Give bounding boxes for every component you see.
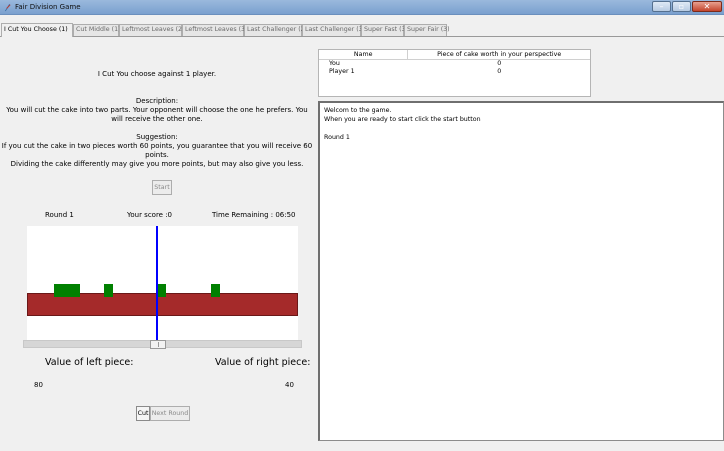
minimize-icon: – xyxy=(659,1,664,11)
app-feather-icon xyxy=(4,3,11,12)
player-worth: 0 xyxy=(497,60,502,67)
round-label: Round 1 xyxy=(45,211,74,219)
tab-bar: I Cut You Choose (1) Cut Middle (1) Left… xyxy=(0,15,724,37)
player-name: Player 1 xyxy=(329,68,355,75)
table-header: Name Piece of cake worth in your perspec… xyxy=(319,50,590,60)
player-worth: 0 xyxy=(497,68,502,75)
table-row: Player 1 0 xyxy=(319,68,590,76)
cake-canvas[interactable] xyxy=(27,226,298,340)
suggestion-line-1: If you cut the cake in two pieces worth … xyxy=(1,142,313,150)
time-remaining-label: Time Remaining : 06:50 xyxy=(212,211,296,219)
log-line: Round 1 xyxy=(324,134,350,141)
window-controls: – ▫ ✕ xyxy=(651,1,722,13)
right-piece-label: Value of right piece: xyxy=(215,357,311,368)
maximize-icon: ▫ xyxy=(678,1,685,11)
tab-leftmost-leaves-3[interactable]: Leftmost Leaves (3) xyxy=(182,24,248,36)
close-icon: ✕ xyxy=(703,1,711,11)
tab-super-fast[interactable]: Super Fast (3) xyxy=(361,24,408,36)
window-title: Fair Division Game xyxy=(15,3,81,11)
cut-line[interactable] xyxy=(156,226,158,340)
players-table: Name Piece of cake worth in your perspec… xyxy=(318,49,591,97)
table-row: You 0 xyxy=(319,60,590,68)
cut-position-slider[interactable] xyxy=(23,340,302,349)
log-line: Welcom to the game. xyxy=(324,107,392,114)
start-button[interactable]: Start xyxy=(152,180,172,195)
close-button[interactable]: ✕ xyxy=(692,1,722,12)
maximize-button[interactable]: ▫ xyxy=(672,1,691,12)
description-line-2: will receive the other one. xyxy=(111,115,203,123)
suggestion-line-3: Dividing the cake differently may give y… xyxy=(10,160,304,168)
tab-super-fair[interactable]: Super Fair (3) xyxy=(404,24,450,36)
score-label: Your score :0 xyxy=(127,211,173,219)
suggestion-line-2: points. xyxy=(145,151,169,159)
window-bottom-border xyxy=(0,441,724,451)
description-line-1: You will cut the cake into two parts. Yo… xyxy=(6,106,308,114)
column-header-worth: Piece of cake worth in your perspective xyxy=(437,51,562,58)
next-round-button[interactable]: Next Round xyxy=(150,406,190,421)
tab-leftmost-leaves-2[interactable]: Leftmost Leaves (2) xyxy=(119,24,185,36)
tab-i-cut-you-choose[interactable]: I Cut You Choose (1) xyxy=(1,23,73,37)
column-header-name: Name xyxy=(319,50,409,59)
cake-topping xyxy=(211,284,220,297)
window-titlebar: Fair Division Game – ▫ ✕ xyxy=(0,0,724,15)
suggestion-title: Suggestion: xyxy=(136,133,178,141)
cake-topping xyxy=(54,284,80,297)
left-piece-value: 80 xyxy=(34,381,43,389)
minimize-button[interactable]: – xyxy=(652,1,671,12)
log-line: When you are ready to start click the st… xyxy=(324,116,481,123)
slider-thumb[interactable] xyxy=(150,340,166,349)
cut-button[interactable]: Cut xyxy=(136,406,150,421)
description-title: Description: xyxy=(135,97,179,105)
tab-last-challenger-3[interactable]: Last Challenger (3) xyxy=(302,24,365,36)
cake-topping xyxy=(104,284,113,297)
game-heading: I Cut You choose against 1 player. xyxy=(97,70,217,78)
tab-cut-middle[interactable]: Cut Middle (1) xyxy=(73,24,121,36)
right-piece-value: 40 xyxy=(285,381,294,389)
left-piece-label: Value of left piece: xyxy=(45,357,134,368)
cake-topping xyxy=(158,284,166,297)
tab-last-challenger-2[interactable]: Last Challenger (2) xyxy=(244,24,307,36)
player-name: You xyxy=(329,60,340,67)
game-log[interactable]: Welcom to the game. When you are ready t… xyxy=(318,101,724,441)
